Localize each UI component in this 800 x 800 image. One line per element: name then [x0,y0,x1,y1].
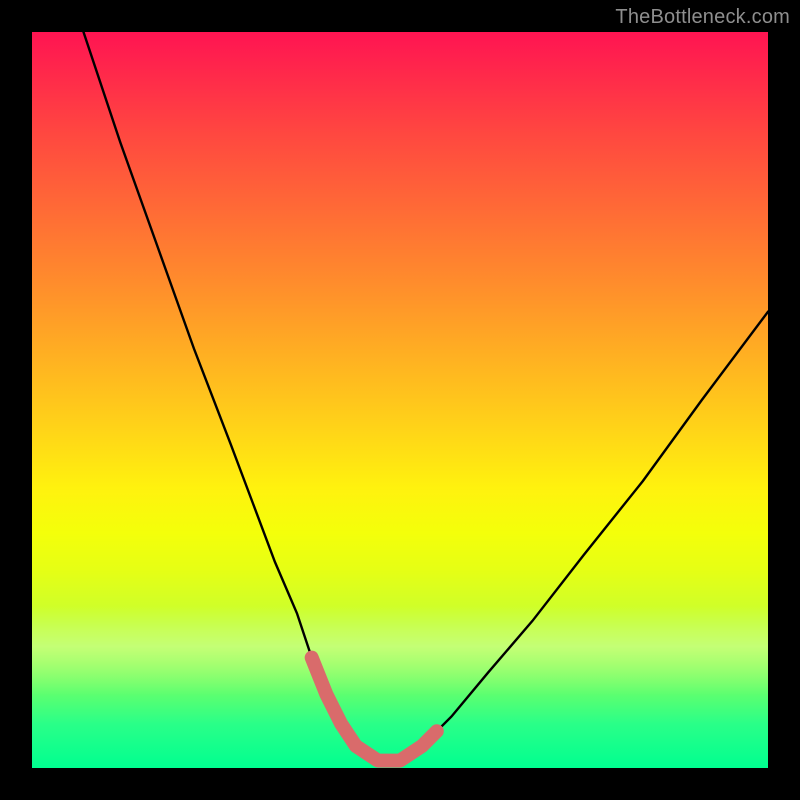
trough-highlight [312,658,437,761]
curve-svg [32,32,768,768]
plot-area [32,32,768,768]
bottleneck-curve [84,32,769,761]
chart-frame: TheBottleneck.com [0,0,800,800]
watermark-text: TheBottleneck.com [615,6,790,29]
